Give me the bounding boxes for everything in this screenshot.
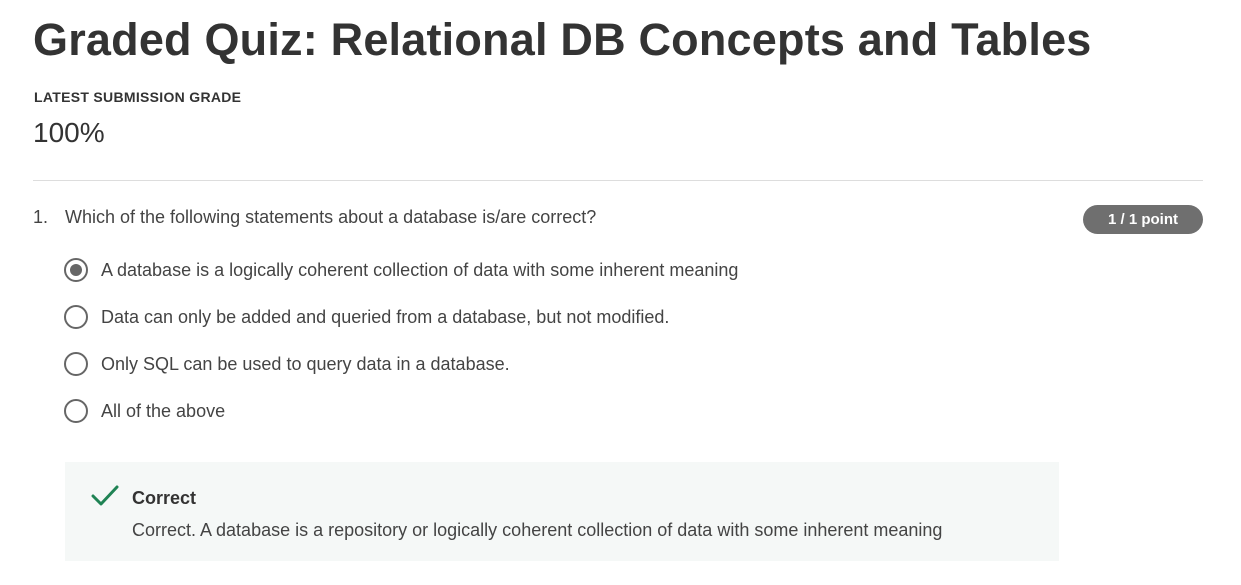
option-1[interactable]: A database is a logically coherent colle… xyxy=(64,257,738,283)
feedback-text: Correct. A database is a repository or l… xyxy=(132,520,943,540)
divider xyxy=(33,180,1203,181)
radio-button[interactable] xyxy=(64,305,88,329)
option-label: Only SQL can be used to query data in a … xyxy=(101,353,510,374)
feedback-box: Correct Correct. A database is a reposit… xyxy=(65,462,1059,561)
radio-button[interactable] xyxy=(64,399,88,423)
grade-value: 100% xyxy=(33,117,105,148)
question-text: Which of the following statements about … xyxy=(65,207,597,227)
option-3[interactable]: Only SQL can be used to query data in a … xyxy=(64,351,510,377)
option-label: Data can only be added and queried from … xyxy=(101,306,670,327)
question-number: 1. xyxy=(33,207,49,227)
radio-button[interactable] xyxy=(64,352,88,376)
option-2[interactable]: Data can only be added and queried from … xyxy=(64,304,669,330)
latest-submission-grade-label: LATEST SUBMISSION GRADE xyxy=(34,89,242,105)
radio-selected-dot xyxy=(70,264,82,276)
option-label: A database is a logically coherent colle… xyxy=(101,259,739,280)
page-title: Graded Quiz: Relational DB Concepts and … xyxy=(33,14,1092,65)
checkmark-icon xyxy=(91,485,119,506)
option-4[interactable]: All of the above xyxy=(64,398,225,424)
radio-button[interactable] xyxy=(64,258,88,282)
feedback-title: Correct xyxy=(132,488,197,508)
points-badge: 1 / 1 point xyxy=(1083,205,1203,234)
option-label: All of the above xyxy=(101,400,226,421)
